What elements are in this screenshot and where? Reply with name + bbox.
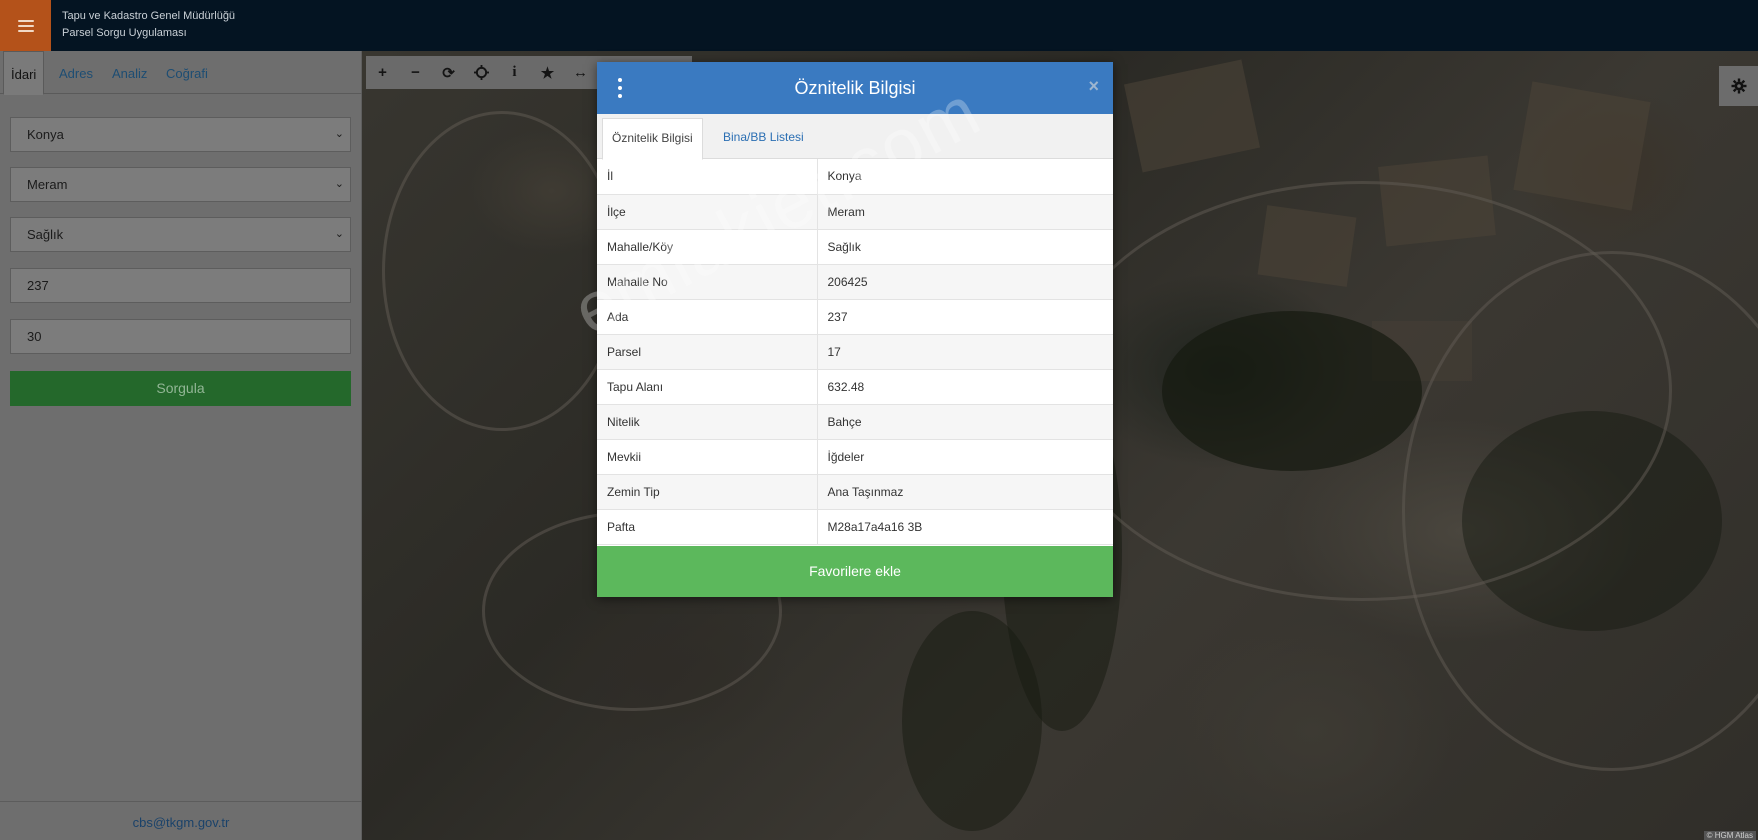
chevron-down-icon: ⌄: [334, 228, 344, 240]
attribute-value: 632.48: [817, 369, 1113, 405]
tab-analiz[interactable]: Analiz: [112, 51, 147, 94]
locate-icon[interactable]: [465, 56, 498, 89]
attribute-value: İğdeler: [817, 439, 1113, 475]
dialog-header: Öznitelik Bilgisi ×: [597, 62, 1113, 114]
table-row: Mahalle/Köy Sağlık: [597, 229, 1113, 265]
attribute-value: M28a17a4a16 3B: [817, 509, 1113, 545]
attribute-key: İl: [597, 159, 818, 195]
app-title-line2: Parsel Sorgu Uygulaması: [62, 27, 187, 39]
attribute-key: İlçe: [597, 194, 818, 230]
attribute-key: Mahalle/Köy: [597, 229, 818, 265]
table-row: Mevkii İğdeler: [597, 439, 1113, 475]
table-row: İl Konya: [597, 159, 1113, 195]
app-title-line1: Tapu ve Kadastro Genel Müdürlüğü: [62, 10, 236, 22]
attribute-key: Mevkii: [597, 439, 818, 475]
province-select-value: Konya: [27, 127, 64, 142]
measure-icon[interactable]: ↔: [564, 56, 597, 89]
tab-attribute-info[interactable]: Öznitelik Bilgisi: [602, 118, 703, 160]
dialog-title: Öznitelik Bilgisi: [794, 78, 916, 98]
attribute-key: Tapu Alanı: [597, 369, 818, 405]
chevron-down-icon: ⌄: [334, 128, 344, 140]
gear-icon: [1731, 78, 1746, 94]
refresh-icon[interactable]: ⟳: [432, 56, 465, 89]
table-row: Mahalle No 206425: [597, 264, 1113, 300]
tab-cografi[interactable]: Coğrafi: [166, 51, 208, 94]
table-row: Tapu Alanı 632.48: [597, 369, 1113, 405]
attribute-value: Meram: [817, 194, 1113, 230]
attribute-info-dialog: Öznitelik Bilgisi × Öznitelik Bilgisi Bi…: [597, 62, 1113, 597]
dialog-tabs: Öznitelik Bilgisi Bina/BB Listesi: [597, 114, 1113, 160]
crosshair-icon: [474, 65, 489, 80]
query-button[interactable]: Sorgula: [10, 371, 351, 406]
attribute-value: Sağlık: [817, 229, 1113, 265]
table-row: İlçe Meram: [597, 194, 1113, 230]
attribute-value: 206425: [817, 264, 1113, 300]
attribute-key: Nitelik: [597, 404, 818, 440]
attribute-key: Pafta: [597, 509, 818, 545]
zoom-in-icon[interactable]: +: [366, 56, 399, 89]
query-sidebar: İdari Adres Analiz Coğrafi Konya ⌄ Meram…: [0, 51, 362, 840]
district-select[interactable]: Meram ⌄: [10, 167, 351, 202]
tab-adres[interactable]: Adres: [59, 51, 93, 94]
parsel-input[interactable]: 30: [10, 319, 351, 354]
attribute-value: 237: [817, 299, 1113, 335]
table-row: Nitelik Bahçe: [597, 404, 1113, 440]
ada-input[interactable]: 237: [10, 268, 351, 303]
table-row: Ada 237: [597, 299, 1113, 335]
parsel-input-value: 30: [27, 329, 42, 344]
attribute-key: Parsel: [597, 334, 818, 370]
app-title: Tapu ve Kadastro Genel Müdürlüğü Parsel …: [62, 8, 235, 42]
district-select-value: Meram: [27, 177, 68, 192]
add-to-favorites-button[interactable]: Favorilere ekle: [597, 546, 1113, 597]
close-icon[interactable]: ×: [1088, 76, 1099, 96]
attribute-key: Mahalle No: [597, 264, 818, 300]
attribute-key: Ada: [597, 299, 818, 335]
ada-input-value: 237: [27, 278, 49, 293]
menu-button[interactable]: [0, 0, 51, 51]
zoom-out-icon[interactable]: −: [399, 56, 432, 89]
sidebar-tabs: İdari Adres Analiz Coğrafi: [0, 51, 362, 95]
neighborhood-select[interactable]: Sağlık ⌄: [10, 217, 351, 252]
neighborhood-select-value: Sağlık: [27, 227, 64, 242]
attribute-key: Zemin Tip: [597, 474, 818, 510]
province-select[interactable]: Konya ⌄: [10, 117, 351, 152]
settings-button[interactable]: [1719, 66, 1758, 106]
attribute-value: Bahçe: [817, 404, 1113, 440]
top-bar: Tapu ve Kadastro Genel Müdürlüğü Parsel …: [0, 0, 1758, 51]
star-icon[interactable]: ★: [531, 56, 564, 89]
attribute-value: Konya: [817, 159, 1113, 195]
attribute-table: İl Konya İlçe Meram Mahalle/Köy Sağlık Mahalle…: [597, 159, 1113, 545]
map-attribution: © HGM Atlas: [1703, 831, 1756, 840]
table-row: Pafta M28a17a4a16 3B: [597, 509, 1113, 545]
tab-building-list[interactable]: Bina/BB Listesi: [716, 118, 811, 159]
table-row: Zemin Tip Ana Taşınmaz: [597, 474, 1113, 510]
table-row: Parsel 17: [597, 334, 1113, 370]
contact-email-link[interactable]: cbs@tkgm.gov.tr: [0, 815, 362, 830]
attribute-value: 17: [817, 334, 1113, 370]
info-icon[interactable]: i: [498, 56, 531, 89]
more-options-icon[interactable]: [615, 78, 625, 98]
hamburger-icon: [17, 19, 34, 32]
chevron-down-icon: ⌄: [334, 178, 344, 190]
tab-idari[interactable]: İdari: [3, 51, 45, 95]
attribute-value: Ana Taşınmaz: [817, 474, 1113, 510]
footer-divider: [0, 801, 362, 802]
